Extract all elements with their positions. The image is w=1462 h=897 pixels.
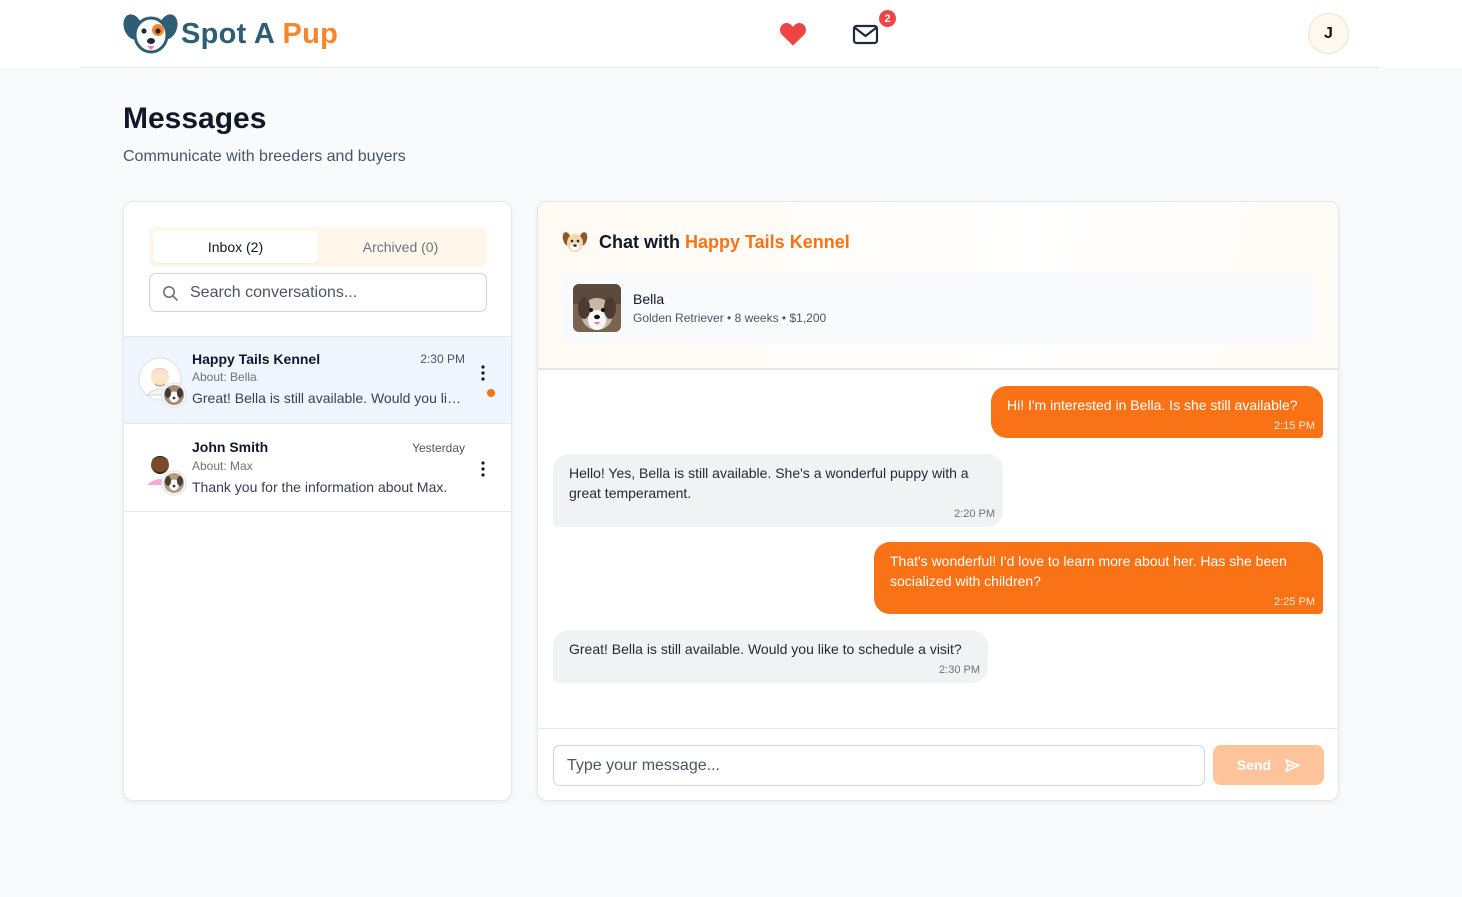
favorites-heart-icon[interactable] xyxy=(779,21,807,47)
chat-title: Chat with Happy Tails Kennel xyxy=(562,230,850,254)
message-text: That's wonderful! I'd love to learn more… xyxy=(890,553,1287,589)
user-avatar-button[interactable]: J xyxy=(1308,13,1349,54)
dog-face-icon xyxy=(562,232,588,252)
header-divider xyxy=(80,67,1380,68)
search-icon xyxy=(163,286,178,301)
pet-photo xyxy=(573,284,621,332)
message-text: Hi! I'm interested in Bella. Is she stil… xyxy=(1007,397,1298,413)
unread-indicator xyxy=(487,389,495,397)
message-bubble-received: Great! Bella is still available. Would y… xyxy=(553,630,988,682)
chat-panel: Chat with Happy Tails Kennel Bella Golde… xyxy=(537,201,1339,801)
unread-count-badge: 2 xyxy=(878,9,897,28)
pet-name: Bella xyxy=(633,291,665,307)
message-bubble-sent: That's wonderful! I'd love to learn more… xyxy=(874,542,1323,614)
message-time: 2:25 PM xyxy=(1274,596,1315,608)
conversation-list-panel: Inbox (2) Archived (0) Happy Tails Kenne… xyxy=(123,201,512,801)
tab-archived[interactable]: Archived (0) xyxy=(318,231,483,263)
send-button[interactable]: Send xyxy=(1213,745,1324,785)
message-time: 2:20 PM xyxy=(954,508,995,520)
pet-details: Golden Retriever • 8 weeks • $1,200 xyxy=(633,311,827,325)
message-composer: Send xyxy=(538,728,1338,800)
page-subtitle: Communicate with breeders and buyers xyxy=(123,148,406,165)
conversation-time: Yesterday xyxy=(412,441,465,455)
search-box xyxy=(149,273,487,312)
search-input[interactable] xyxy=(150,274,486,311)
message-time: 2:15 PM xyxy=(1274,420,1315,432)
mail-icon[interactable] xyxy=(851,20,881,48)
message-bubble-sent: Hi! I'm interested in Bella. Is she stil… xyxy=(991,386,1323,438)
logo-text: Spot A Pup xyxy=(181,17,339,50)
page-title: Messages xyxy=(123,102,267,135)
chat-partner-name[interactable]: Happy Tails Kennel xyxy=(685,232,850,253)
more-options-icon[interactable] xyxy=(478,364,488,382)
message-text: Hello! Yes, Bella is still available. Sh… xyxy=(569,465,969,501)
message-input[interactable] xyxy=(553,745,1205,786)
logo[interactable]: Spot A Pup xyxy=(123,11,338,57)
message-text: Great! Bella is still available. Would y… xyxy=(569,641,962,657)
send-button-label: Send xyxy=(1236,757,1272,773)
message-time: 2:30 PM xyxy=(939,664,980,676)
send-arrow-icon xyxy=(1285,758,1301,772)
conversation-about: About: Max xyxy=(192,459,253,473)
chat-header: Chat with Happy Tails Kennel Bella Golde… xyxy=(538,202,1338,370)
top-navbar: Spot A Pup 2 J xyxy=(0,0,1462,68)
dog-logo-icon xyxy=(123,14,178,54)
conversation-item[interactable]: John Smith Yesterday About: Max Thank yo… xyxy=(124,424,511,512)
chat-title-prefix: Chat with xyxy=(599,231,680,252)
buyer-avatar-icon xyxy=(139,446,187,496)
pet-info-card[interactable]: Bella Golden Retriever • 8 weeks • $1,20… xyxy=(562,272,1314,344)
inbox-tabs: Inbox (2) Archived (0) xyxy=(149,227,487,267)
conversation-preview: Great! Bella is still available. Would y… xyxy=(192,390,464,406)
message-list: Hi! I'm interested in Bella. Is she stil… xyxy=(538,372,1338,728)
message-bubble-received: Hello! Yes, Bella is still available. Sh… xyxy=(553,454,1003,526)
conversation-name: Happy Tails Kennel xyxy=(192,351,321,367)
conversation-preview: Thank you for the information about Max. xyxy=(192,479,448,495)
breeder-avatar-icon xyxy=(138,357,187,408)
tab-inbox[interactable]: Inbox (2) xyxy=(153,231,318,263)
conversation-about: About: Bella xyxy=(192,370,257,384)
conversation-name: John Smith xyxy=(192,439,269,455)
conversation-time: 2:30 PM xyxy=(420,352,465,366)
more-options-icon[interactable] xyxy=(478,460,488,478)
conversation-item[interactable]: Happy Tails Kennel 2:30 PM About: Bella … xyxy=(124,336,511,424)
